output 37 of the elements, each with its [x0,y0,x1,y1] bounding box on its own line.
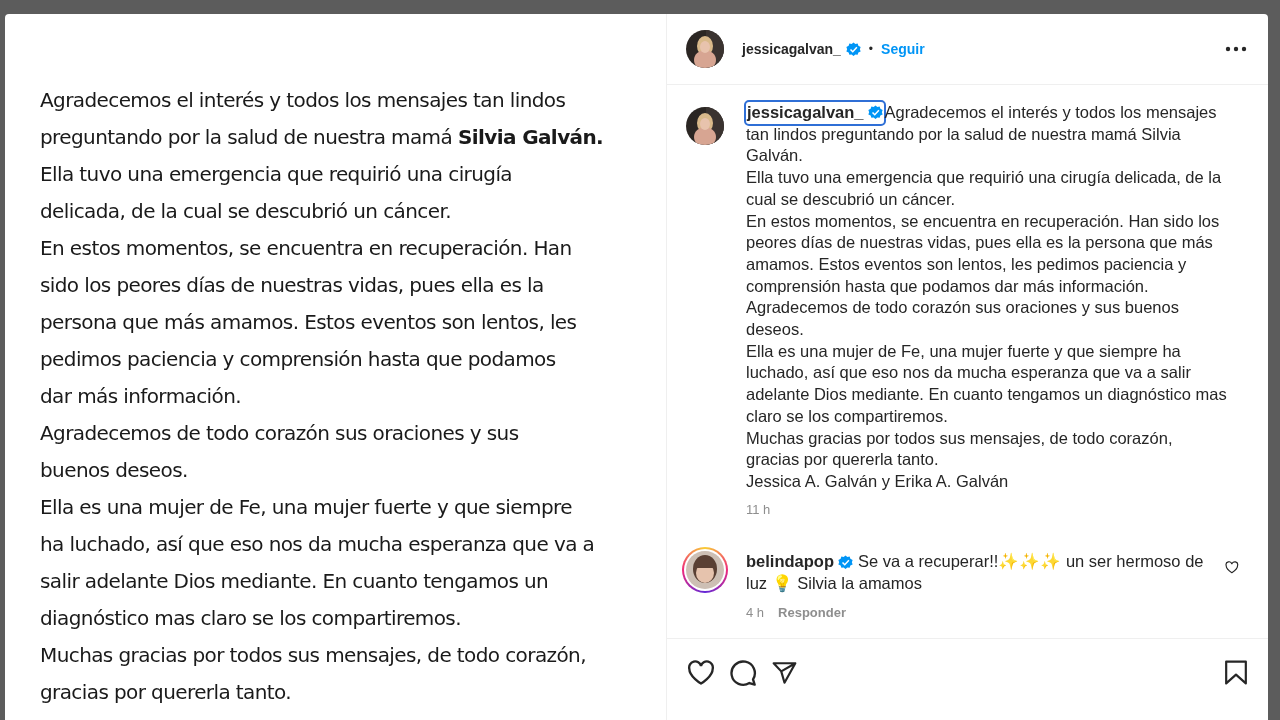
image-text-line: Muchas gracias por todos sus mensajes, de todo corazón, [40,642,587,669]
image-text-line: Ella tuvo una emergencia que requirió una cirugía [40,161,514,188]
story-ring[interactable] [682,547,728,594]
image-text-line: diagnóstico mas claro se los compartiremos. [40,605,462,632]
image-text-line: persona que más amamos. Estos eventos son lentos, les [40,309,578,336]
caption-text: Jessica A. Galván y Erika A. Galván [746,470,1010,492]
send-icon[interactable] [771,659,798,686]
comment-username[interactable]: belindapop [746,551,853,574]
image-text-line: gracias por quererla tanto. [40,679,293,706]
username[interactable]: jessicagalvan_ [742,38,841,60]
image-text-line: ha luchado, así que eso nos da mucha esperanza que va a [40,531,596,558]
username-link[interactable]: jessicagalvan_ [746,102,884,124]
image-text-line: salir adelante Dios mediante. En cuanto tengamos un [40,568,550,595]
image-text-line: En estos momentos, se encuentra en recuperación. Han [40,235,573,262]
heart-icon[interactable] [1225,561,1239,575]
image-text-line: delicada, de la cual se descubrió un cáncer. [40,198,452,225]
caption-text: En estos momentos, se encuentra en recuperación. Han sido los peores días de nuestras vidas, pues ella es la persona que más amamos. Estos eventos son lentos, les pedimos paciencia y comprensión hasta que podamos dar más información. [746,210,1221,297]
caption-text: Agradecemos de todo corazón sus oraciones y sus buenos deseos. [746,297,1180,341]
image-text-line: Agradecemos de todo corazón sus oraciones y sus [40,420,520,447]
image-text-line: dar más información. [40,383,242,410]
caption-text: Muchas gracias por todos sus mensajes, de todo corazón, gracias por quererla tanto. [746,427,1174,471]
more-icon[interactable] [1225,46,1247,52]
separator: • [868,41,874,58]
bookmark-icon[interactable] [1224,659,1248,687]
image-text-line: Agradecemos el interés y todos los mensajes tan lindos [40,87,567,114]
caption-text: Ella tuvo una emergencia que requirió una cirugía delicada, de la cual se descubrió un cáncer. [746,167,1223,210]
comment-text: belindapop Se va a recuperar!!✨✨✨ un ser hermoso de luz 💡 Silvia la amamos [746,551,1205,595]
heart-icon[interactable] [687,659,715,686]
image-text-line: Ella es una mujer de Fe, una mujer fuerte y que siempre [40,494,573,521]
comment-time: 4 h [746,603,765,622]
image-text-line: buenos deseos. [40,457,189,484]
timestamp: 11 h [746,500,772,519]
image-text-line: preguntando por la salud de nuestra mamá Silvia Galván. [40,124,605,151]
comment-icon[interactable] [729,658,757,687]
image-text-line: sido los peores días de nuestras vidas, pues ella es la [40,272,545,299]
image-text-line: pedimos paciencia y comprensión hasta que podamos [40,346,557,373]
caption-text: Ella es una mujer de Fe, una mujer fuerte y que siempre ha luchado, así que eso nos da mucha esperanza que va a salir adelante Dios mediante. En cuanto tengamos un diagnóstico mas claro se los compartiremos. [746,340,1228,427]
